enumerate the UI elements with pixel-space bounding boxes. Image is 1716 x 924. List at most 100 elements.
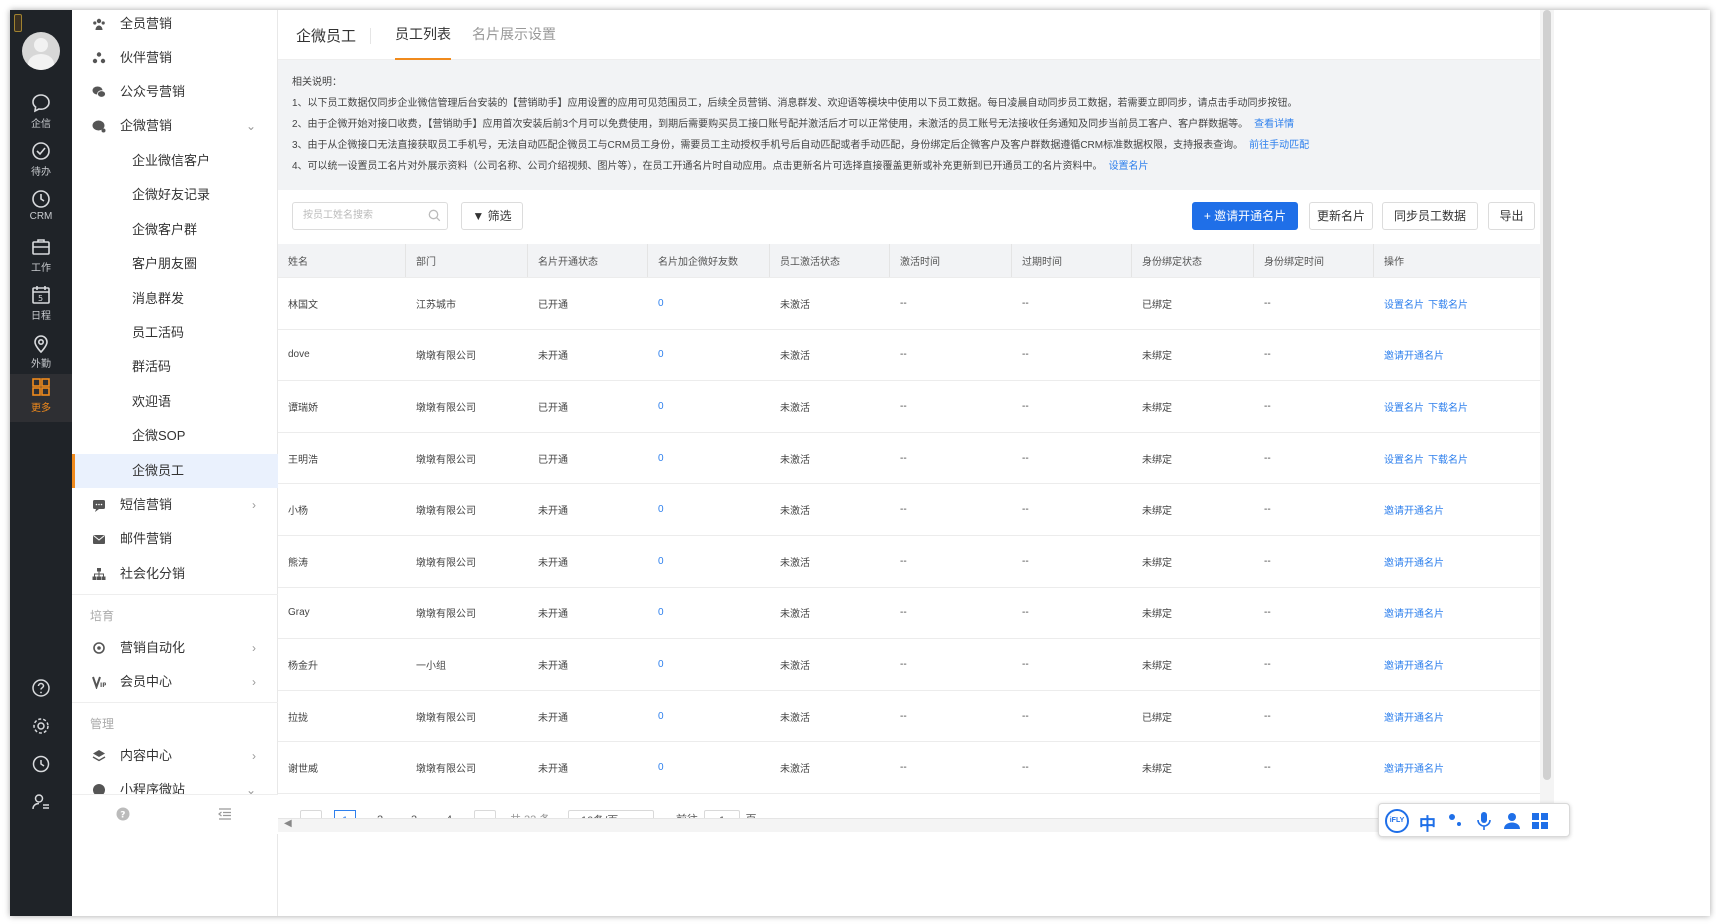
sidebar-item-moments[interactable]: 客户朋友圈 bbox=[72, 247, 278, 281]
cell-friends[interactable]: 0 bbox=[648, 330, 770, 381]
download-card-link[interactable]: 下载名片 bbox=[1428, 451, 1468, 466]
sidebar-item-wecom-customers[interactable]: 企业微信客户 bbox=[72, 144, 278, 178]
cell-friends[interactable]: 0 bbox=[648, 639, 770, 690]
rail-item-schedule[interactable]: 5 日程 bbox=[10, 282, 72, 330]
set-card-action-link[interactable]: 设置名片 bbox=[1384, 296, 1424, 311]
invite-card-link[interactable]: 邀请开通名片 bbox=[1384, 502, 1444, 517]
cell-friends[interactable]: 0 bbox=[648, 691, 770, 742]
cell-friends[interactable]: 0 bbox=[648, 588, 770, 639]
invite-card-link[interactable]: 邀请开通名片 bbox=[1384, 657, 1444, 672]
avatar[interactable] bbox=[22, 32, 60, 70]
sidebar-item-email-marketing[interactable]: 邮件营销 bbox=[72, 522, 278, 556]
cell-friends[interactable]: 0 bbox=[648, 278, 770, 329]
tab-bar: 企微员工 员工列表 名片展示设置 bbox=[278, 10, 1540, 60]
user-icon[interactable] bbox=[1503, 812, 1521, 830]
invite-card-link[interactable]: 邀请开通名片 bbox=[1384, 347, 1444, 362]
set-card-action-link[interactable]: 设置名片 bbox=[1384, 451, 1424, 466]
sync-staff-button[interactable]: 同步员工数据 bbox=[1382, 202, 1478, 230]
sidebar-item-content-center[interactable]: 内容中心 › bbox=[72, 739, 278, 773]
cell-bind-time: -- bbox=[1264, 555, 1271, 567]
rail-help[interactable] bbox=[10, 674, 72, 704]
action-cell: 设置名片 下载名片 bbox=[1374, 381, 1544, 432]
view-details-link[interactable]: 查看详情 bbox=[1254, 119, 1294, 130]
sidebar-item-partner-marketing[interactable]: 伙伴营销 bbox=[72, 41, 278, 75]
cell-active-time: -- bbox=[900, 297, 907, 309]
invite-card-link[interactable]: 邀请开通名片 bbox=[1384, 605, 1444, 620]
punctuation-icon[interactable] bbox=[1447, 812, 1465, 830]
export-button[interactable]: 导出 bbox=[1488, 202, 1535, 230]
tab-staff-list[interactable]: 员工列表 bbox=[395, 24, 451, 60]
rail-history[interactable] bbox=[10, 750, 72, 780]
help-icon[interactable]: ? bbox=[116, 807, 130, 821]
rail-item-crm[interactable]: CRM bbox=[10, 186, 72, 234]
sidebar-item-all-staff-marketing[interactable]: 全员营销 bbox=[72, 10, 278, 41]
rail-item-field[interactable]: 外勤 bbox=[10, 330, 72, 378]
invite-open-card-button[interactable]: + 邀请开通名片 bbox=[1192, 202, 1298, 230]
invite-card-link[interactable]: 邀请开通名片 bbox=[1384, 709, 1444, 724]
tab-card-display-settings[interactable]: 名片展示设置 bbox=[472, 24, 556, 58]
notice-line-4: 4、可以统一设置员工名片对外展示资料（公司名称、公司介绍视频、图片等），在员工开… bbox=[292, 156, 1526, 177]
vertical-scrollbar[interactable] bbox=[1540, 10, 1554, 832]
sidebar-item-wecom-marketing[interactable]: 企微营销 ⌄ bbox=[72, 109, 278, 143]
cell-friends[interactable]: 0 bbox=[648, 484, 770, 535]
sidebar-item-welcome-message[interactable]: 欢迎语 bbox=[72, 385, 278, 419]
sidebar-item-wecom-sop[interactable]: 企微SOP bbox=[72, 419, 278, 453]
rail-label: 更多 bbox=[31, 403, 51, 414]
download-card-link[interactable]: 下载名片 bbox=[1428, 399, 1468, 414]
microphone-icon[interactable] bbox=[1475, 811, 1493, 831]
cell-expire: -- bbox=[1022, 710, 1029, 722]
cell-friends[interactable]: 0 bbox=[648, 742, 770, 793]
rail-item-messages[interactable]: 企信 bbox=[10, 90, 72, 138]
cell-expire: -- bbox=[1022, 555, 1029, 567]
set-card-action-link[interactable]: 设置名片 bbox=[1384, 399, 1424, 414]
rail-item-work[interactable]: 工作 bbox=[10, 234, 72, 282]
cell-friends[interactable]: 0 bbox=[648, 536, 770, 587]
cell-card: 未开通 bbox=[538, 557, 568, 569]
manual-match-link[interactable]: 前往手动匹配 bbox=[1249, 140, 1309, 151]
ime-lang-toggle[interactable]: 中 bbox=[1419, 810, 1436, 835]
header-cell: 员工激活状态 bbox=[770, 244, 890, 277]
rail-item-todo[interactable]: 待办 bbox=[10, 138, 72, 186]
briefcase-icon bbox=[32, 239, 50, 255]
notice-line-2: 2、由于企微开始对接口收费，【营销助手】应用首次安装后前3个月可以免费使用，到期… bbox=[292, 114, 1526, 135]
chevron-down-icon: ⌄ bbox=[245, 119, 256, 133]
cell-bind: 未绑定 bbox=[1142, 506, 1172, 518]
sidebar-item-marketing-automation[interactable]: 营销自动化 › bbox=[72, 631, 278, 665]
invite-card-link[interactable]: 邀请开通名片 bbox=[1384, 760, 1444, 775]
notice-line-3: 3、由于从企微接口无法直接获取员工手机号，无法自动匹配企微员工与CRM员工身份，… bbox=[292, 135, 1526, 156]
invite-card-link[interactable]: 邀请开通名片 bbox=[1384, 554, 1444, 569]
search-input[interactable]: 按员工姓名搜索 bbox=[292, 202, 448, 230]
cell-friends[interactable]: 0 bbox=[648, 433, 770, 484]
sidebar-item-mass-message[interactable]: 消息群发 bbox=[72, 282, 278, 316]
sidebar: 全员营销 伙伴营销 公众号营销 企微营销 ⌄ 企业微信客户 企微好友记录 企微客… bbox=[72, 10, 278, 916]
download-card-link[interactable]: 下载名片 bbox=[1428, 296, 1468, 311]
sidebar-item-mini-program[interactable]: 小程序微站 ⌄ bbox=[72, 773, 278, 795]
horizontal-scrollbar[interactable]: ◀ bbox=[278, 818, 1540, 832]
cell-card: 未开通 bbox=[538, 609, 568, 621]
svg-text:?: ? bbox=[120, 811, 125, 821]
collapse-menu-icon[interactable] bbox=[218, 807, 232, 821]
rail-user-settings[interactable] bbox=[10, 788, 72, 818]
filter-button[interactable]: ▼ 筛选 bbox=[461, 202, 523, 230]
rail-settings[interactable] bbox=[10, 712, 72, 742]
sidebar-item-group-qr[interactable]: 群活码 bbox=[72, 350, 278, 384]
cell-friends[interactable]: 0 bbox=[648, 381, 770, 432]
sidebar-item-wecom-friend-records[interactable]: 企微好友记录 bbox=[72, 178, 278, 212]
apps-grid-icon[interactable] bbox=[1531, 812, 1549, 830]
sidebar-item-staff-qr[interactable]: 员工活码 bbox=[72, 316, 278, 350]
rail-item-more[interactable]: 更多 bbox=[10, 374, 72, 422]
sidebar-item-member-center[interactable]: IP 会员中心 › bbox=[72, 665, 278, 699]
sidebar-item-official-account[interactable]: 公众号营销 bbox=[72, 75, 278, 109]
grid-icon bbox=[32, 378, 50, 396]
scroll-left-icon: ◀ bbox=[284, 818, 292, 829]
sidebar-item-sms-marketing[interactable]: 短信营销 › bbox=[72, 488, 278, 522]
cell-bind: 已绑定 bbox=[1142, 712, 1172, 724]
ime-toolbar[interactable]: iFLY 中 bbox=[1378, 803, 1570, 837]
sidebar-item-wecom-staff[interactable]: 企微员工 bbox=[72, 454, 278, 488]
set-card-link[interactable]: 设置名片 bbox=[1109, 161, 1149, 172]
sidebar-item-social-distribution[interactable]: 社会化分销 bbox=[72, 557, 278, 591]
sidebar-item-wecom-groups[interactable]: 企微客户群 bbox=[72, 213, 278, 247]
scrollbar-thumb[interactable] bbox=[1543, 10, 1551, 780]
sidebar-footer: ? bbox=[72, 794, 278, 834]
update-card-button[interactable]: 更新名片 bbox=[1309, 202, 1373, 230]
